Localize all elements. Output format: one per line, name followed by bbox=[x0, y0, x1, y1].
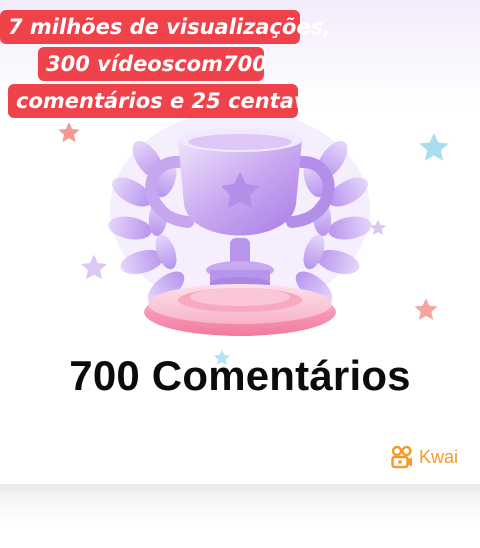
star-icon-blue bbox=[419, 133, 449, 161]
kwai-logo-icon bbox=[391, 445, 412, 469]
achievement-title: 700 Comentários bbox=[69, 352, 411, 399]
kwai-logo: Kwai bbox=[390, 443, 458, 471]
bottom-divider bbox=[0, 484, 480, 548]
caption-line-1: 7 milhões de visualizações, bbox=[0, 10, 331, 44]
caption-line-3: comentários e 25 centavos bbox=[8, 84, 335, 118]
star-icon-coral-right bbox=[414, 298, 438, 320]
trophy-icon bbox=[108, 110, 372, 336]
caption-line-2: 300 vídeoscom700 bbox=[38, 47, 267, 81]
kwai-logo-text: Kwai bbox=[419, 446, 459, 467]
video-caption-overlay: 7 milhões de visualizações, 300 vídeosco… bbox=[0, 0, 480, 130]
